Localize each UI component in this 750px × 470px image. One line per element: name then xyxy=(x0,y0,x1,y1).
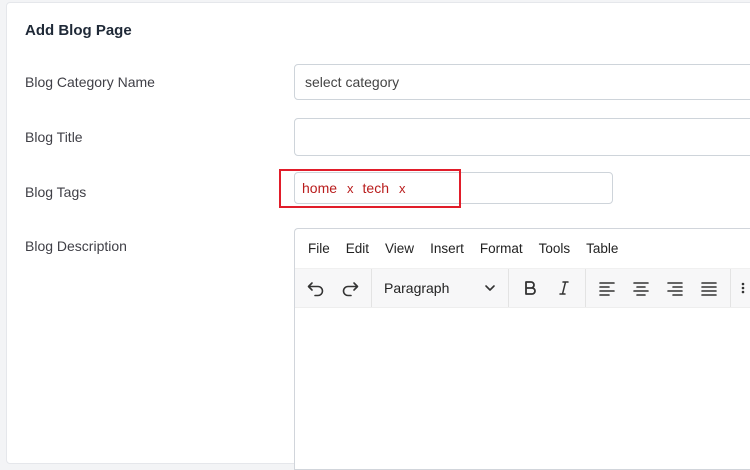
rich-text-editor: File Edit View Insert Format Tools Table… xyxy=(294,228,750,470)
align-justify-icon[interactable] xyxy=(692,272,726,304)
bold-icon[interactable] xyxy=(513,272,547,304)
toolbar-divider xyxy=(585,269,586,307)
blog-tags-input[interactable]: home x tech x xyxy=(294,172,613,204)
tag-home: home xyxy=(302,180,338,196)
block-format-value: Paragraph xyxy=(384,280,450,296)
toolbar-divider xyxy=(730,269,731,307)
blog-category-label: Blog Category Name xyxy=(25,74,155,90)
chevron-down-icon xyxy=(484,282,496,294)
align-right-icon[interactable] xyxy=(658,272,692,304)
page-title: Add Blog Page xyxy=(25,22,132,39)
menu-edit[interactable]: Edit xyxy=(346,241,369,256)
italic-icon[interactable] xyxy=(547,272,581,304)
menu-format[interactable]: Format xyxy=(480,241,523,256)
undo-icon[interactable] xyxy=(299,272,333,304)
tag-tech: tech xyxy=(362,180,389,196)
redo-icon[interactable] xyxy=(333,272,367,304)
blog-title-label: Blog Title xyxy=(25,129,83,145)
menu-table[interactable]: Table xyxy=(586,241,618,256)
blog-description-label: Blog Description xyxy=(25,238,127,254)
editor-menubar: File Edit View Insert Format Tools Table xyxy=(295,229,750,268)
menu-tools[interactable]: Tools xyxy=(539,241,571,256)
block-format-select[interactable]: Paragraph xyxy=(376,272,504,304)
editor-content-area[interactable] xyxy=(295,308,750,468)
tag-tech-remove[interactable]: x xyxy=(399,181,406,196)
blog-category-select[interactable]: select category xyxy=(294,64,750,100)
tag-home-remove[interactable]: x xyxy=(347,181,354,196)
menu-view[interactable]: View xyxy=(385,241,414,256)
align-left-icon[interactable] xyxy=(590,272,624,304)
blog-title-input[interactable] xyxy=(294,118,750,156)
menu-file[interactable]: File xyxy=(308,241,330,256)
more-icon[interactable] xyxy=(735,272,750,304)
toolbar-divider xyxy=(508,269,509,307)
blog-tags-label: Blog Tags xyxy=(25,184,87,200)
align-center-icon[interactable] xyxy=(624,272,658,304)
toolbar-divider xyxy=(371,269,372,307)
editor-toolbar: Paragraph xyxy=(295,268,750,308)
menu-insert[interactable]: Insert xyxy=(430,241,464,256)
blog-category-value: select category xyxy=(305,74,400,90)
